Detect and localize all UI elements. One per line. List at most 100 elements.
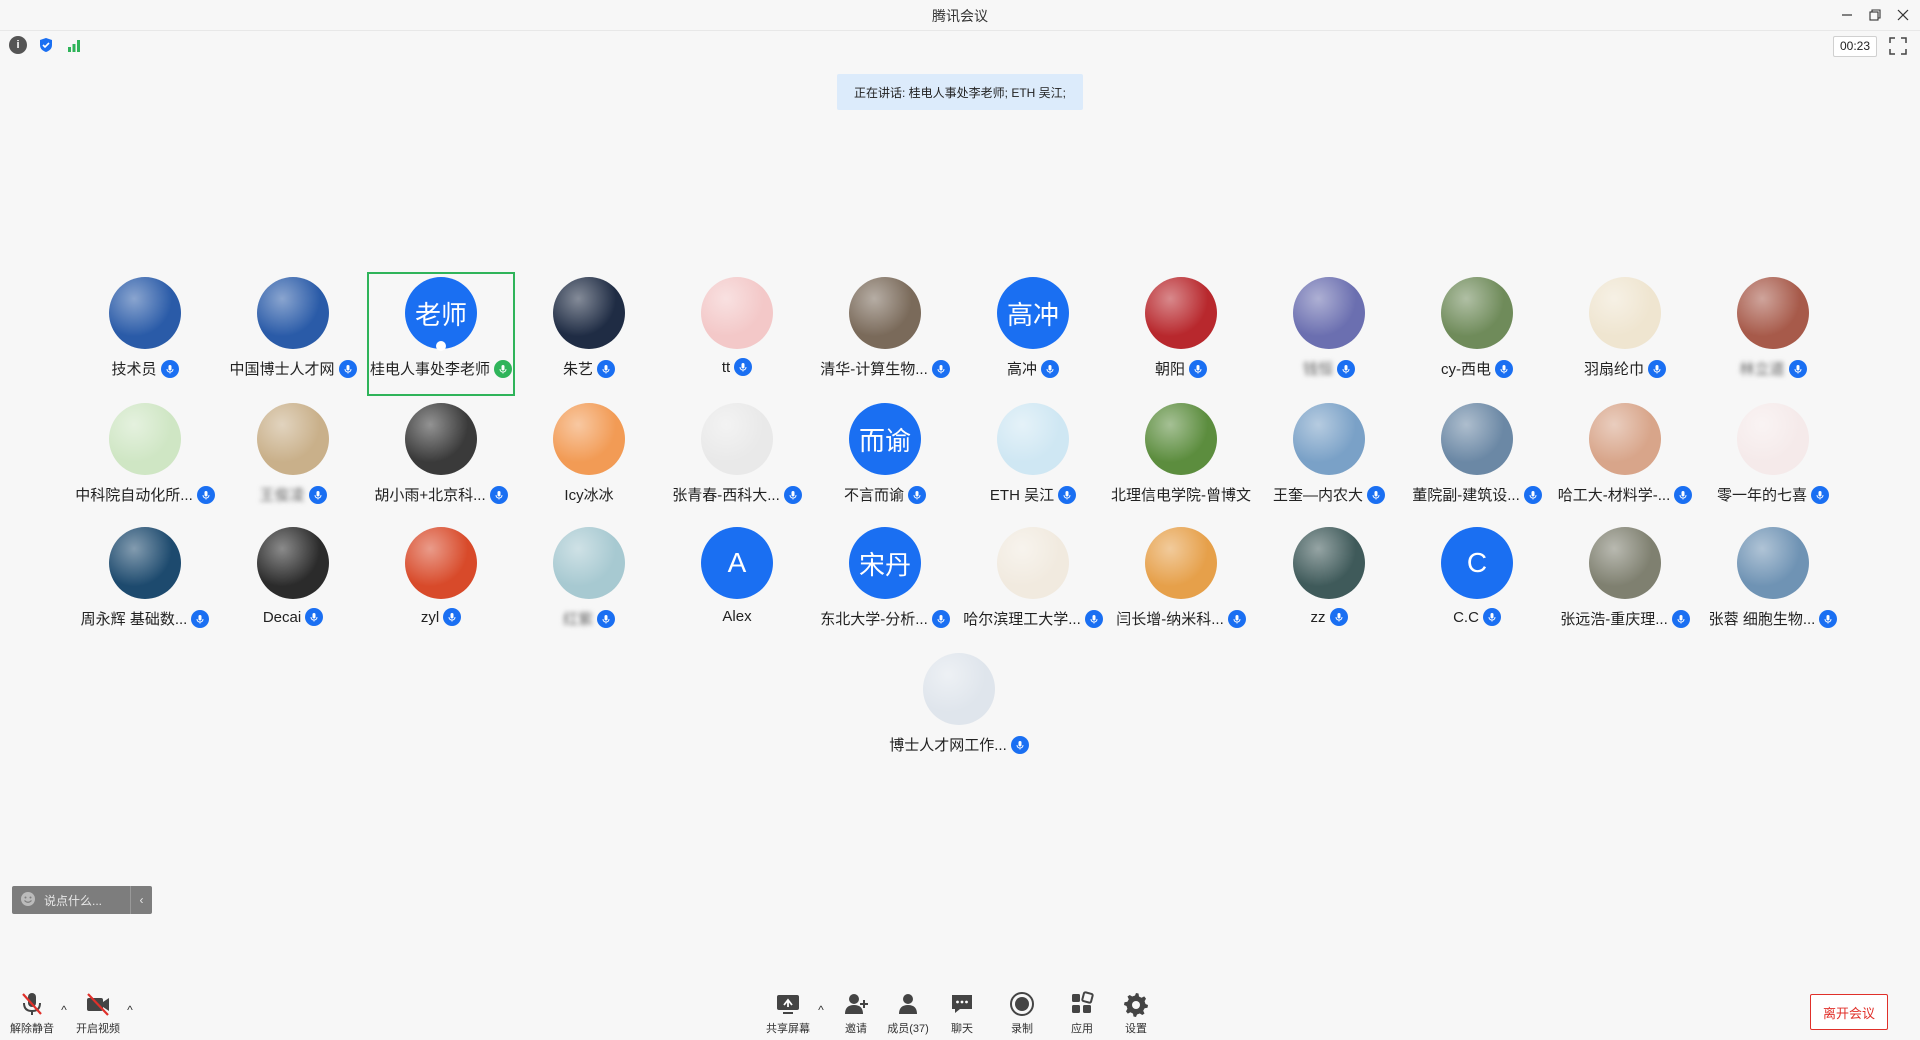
participant-tile[interactable]: 张蓉 细胞生物... <box>1699 522 1847 646</box>
participant-name: 张青春-西科大... <box>672 487 780 504</box>
settings-button[interactable]: 设置 <box>1118 984 1154 1040</box>
anime-boy-icon <box>405 527 477 599</box>
participant-name: 王奎—内农大 <box>1272 487 1363 504</box>
chat-quick-input[interactable]: 说点什么... ‹ <box>12 886 152 914</box>
window-title: 腾讯会议 <box>932 8 988 24</box>
participant-name: 中国博士人才网 <box>229 361 335 378</box>
microphone-icon <box>160 359 179 378</box>
participant-tile[interactable]: 清华-计算生物... <box>811 272 959 396</box>
rocks-photo-icon <box>849 277 921 349</box>
participant-tile[interactable]: 胡小雨+北京科... <box>367 398 515 522</box>
unmute-button[interactable]: 解除静音 <box>8 984 56 1040</box>
participant-tile[interactable]: 哈尔滨理工大学... <box>959 522 1107 646</box>
restore-button[interactable] <box>1864 4 1886 26</box>
participant-tile[interactable]: 技术员 <box>71 272 219 396</box>
participant-tile[interactable]: tt <box>663 272 811 396</box>
participant-tile[interactable]: 零一年的七喜 <box>1699 398 1847 522</box>
fullscreen-button[interactable] <box>1888 36 1908 56</box>
video-options-chevron-icon[interactable]: ^ <box>124 1004 136 1016</box>
person-photo-icon <box>1737 277 1809 349</box>
camera-off-icon <box>87 993 109 1016</box>
close-button[interactable] <box>1892 4 1914 26</box>
restore-icon <box>1869 9 1881 21</box>
participant-tile[interactable]: 哈工大-材料学-... <box>1551 398 1699 522</box>
chat-placeholder[interactable]: 说点什么... <box>44 892 102 909</box>
speaking-indicator: 正在讲话: 桂电人事处李老师; ETH 吴江; <box>837 74 1083 110</box>
participant-name: 朱艺 <box>562 361 593 378</box>
football-player-icon <box>1145 277 1217 349</box>
record-button[interactable]: 录制 <box>1004 984 1040 1040</box>
dog-photo-icon <box>257 403 329 475</box>
participant-tile[interactable]: zyl <box>367 522 515 646</box>
participant-tile[interactable]: 朱艺 <box>515 272 663 396</box>
chat-button[interactable]: 聊天 <box>944 984 980 1040</box>
participant-tile[interactable]: 博士人才网工作... <box>885 648 1033 772</box>
participant-tile[interactable]: A Alex <box>663 522 811 646</box>
participant-name: 林立道 <box>1739 361 1785 378</box>
participant-tile[interactable]: 羽扇纶巾 <box>1551 272 1699 396</box>
participant-tile[interactable]: 钱恒 <box>1255 272 1403 396</box>
participant-tile[interactable]: 朝阳 <box>1107 272 1255 396</box>
apps-button[interactable]: 应用 <box>1064 984 1100 1040</box>
participant-grid: 技术员 中国博士人才网 老师 桂电人事处李老师朱艺 tt 清华-计算生物... 高冲 高冲 朝阳… <box>0 0 1920 1040</box>
leave-meeting-button[interactable]: 离开会议 <box>1810 994 1888 1030</box>
participant-name: 周永辉 基础数... <box>80 611 188 628</box>
share-options-chevron-icon[interactable]: ^ <box>815 1004 827 1016</box>
participant-tile[interactable]: 北理信电学院-曾博文 <box>1107 398 1255 522</box>
football-player-icon <box>257 527 329 599</box>
participant-tile[interactable]: 王奎—内农大 <box>1255 398 1403 522</box>
participant-tile[interactable]: cy-西电 <box>1403 272 1551 396</box>
invite-button[interactable]: 邀请 <box>838 984 874 1040</box>
participant-tile[interactable]: ETH 吴江 <box>959 398 1107 522</box>
microphone-icon <box>1041 359 1059 378</box>
collapse-chevron-icon[interactable]: ‹ <box>130 886 152 914</box>
microphone-icon <box>305 608 324 626</box>
participant-tile[interactable]: 红紫 <box>515 522 663 646</box>
members-icon <box>899 994 917 1014</box>
participant-tile[interactable]: 张远浩-重庆理... <box>1551 522 1699 646</box>
participant-tile[interactable]: 高冲 高冲 <box>959 272 1107 396</box>
participant-tile[interactable]: 闫长增-纳米科... <box>1107 522 1255 646</box>
participant-tile[interactable]: 王俊凌 <box>219 398 367 522</box>
participant-tile[interactable]: 董院副-建筑设... <box>1403 398 1551 522</box>
share-screen-button[interactable]: 共享屏幕 <box>764 984 812 1040</box>
participant-name: 东北大学-分析... <box>820 611 928 628</box>
participant-name: 胡小雨+北京科... <box>374 487 486 504</box>
street-photo-icon <box>1589 527 1661 599</box>
microphone-icon <box>443 608 462 626</box>
microphone-icon <box>1189 359 1207 378</box>
bridge-photo-icon <box>1293 277 1365 349</box>
participant-name: cy-西电 <box>1441 361 1491 378</box>
apps-grid-icon <box>1072 991 1094 1013</box>
participant-tile[interactable]: 周永辉 基础数... <box>71 522 219 646</box>
minimize-button[interactable] <box>1836 4 1858 26</box>
participant-tile[interactable]: C C.C <box>1403 522 1551 646</box>
start-video-button[interactable]: 开启视频 <box>74 984 122 1040</box>
participant-name: 技术员 <box>111 361 157 378</box>
shield-icon[interactable] <box>37 36 55 54</box>
host-badge-icon <box>436 341 446 351</box>
microphone-icon <box>1329 608 1348 626</box>
participant-tile[interactable]: 张青春-西科大... <box>663 398 811 522</box>
record-label: 录制 <box>1011 1023 1033 1035</box>
graduation-cap-icon <box>257 277 329 349</box>
participant-tile[interactable]: 而谕 不言而谕 <box>811 398 959 522</box>
participant-tile[interactable]: Decai <box>219 522 367 646</box>
participant-tile[interactable]: 中国博士人才网 <box>219 272 367 396</box>
participant-name: Alex <box>722 608 752 625</box>
audio-options-chevron-icon[interactable]: ^ <box>58 1004 70 1016</box>
participant-tile[interactable]: 林立道 <box>1699 272 1847 396</box>
cartoon-girl-icon <box>701 277 773 349</box>
apps-label: 应用 <box>1071 1023 1093 1035</box>
participant-tile[interactable]: 中科院自动化所... <box>71 398 219 522</box>
emoji-icon[interactable] <box>20 891 36 910</box>
participant-tile[interactable]: Icy冰冰 <box>515 398 663 522</box>
participant-tile[interactable]: 老师 桂电人事处李老师 <box>367 272 515 396</box>
signal-icon[interactable] <box>65 36 83 54</box>
gear-icon <box>1124 993 1148 1017</box>
members-button[interactable]: 成员(37) <box>884 984 932 1040</box>
participant-tile[interactable]: 宋丹 东北大学-分析... <box>811 522 959 646</box>
participant-tile[interactable]: zz <box>1255 522 1403 646</box>
microphone-icon <box>308 485 327 504</box>
info-icon[interactable]: i <box>9 36 27 54</box>
